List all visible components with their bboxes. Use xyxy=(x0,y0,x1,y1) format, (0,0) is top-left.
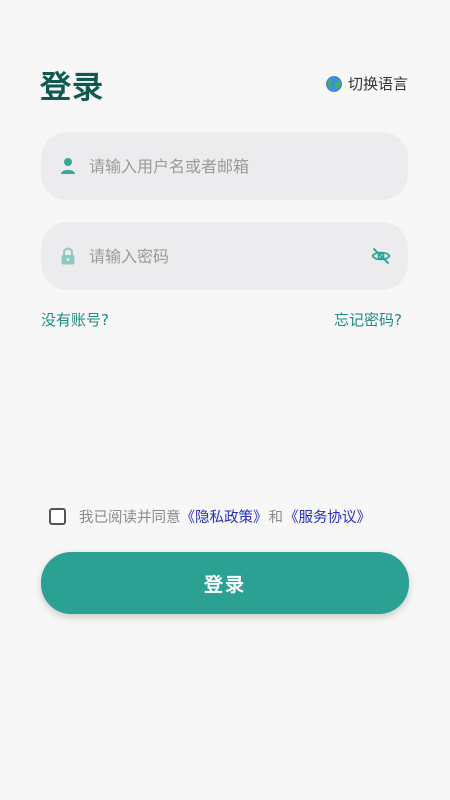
eye-off-icon[interactable] xyxy=(370,245,392,267)
agreement-prefix: 我已阅读并同意 xyxy=(79,510,181,526)
agreement-checkbox[interactable] xyxy=(49,508,66,525)
no-account-link[interactable]: 没有账号? xyxy=(41,309,109,330)
password-field xyxy=(41,222,408,290)
language-switch-label: 切换语言 xyxy=(347,75,408,93)
login-button[interactable]: 登录 xyxy=(41,552,409,614)
privacy-policy-link[interactable]: 《隐私政策》 xyxy=(181,506,268,527)
page-title: 登录 xyxy=(40,70,104,106)
lock-icon xyxy=(58,246,78,266)
service-agreement-link[interactable]: 《服务协议》 xyxy=(284,506,371,527)
user-icon xyxy=(58,156,78,176)
agreement-and-text: 和 xyxy=(268,510,284,526)
password-input[interactable] xyxy=(89,222,360,290)
forgot-password-link[interactable]: 忘记密码? xyxy=(334,309,402,330)
globe-icon xyxy=(325,75,343,93)
language-switch-button[interactable]: 切换语言 xyxy=(325,73,408,94)
agreement-row: 我已阅读并同意 《隐私政策》 和 《服务协议》 xyxy=(49,506,371,527)
username-input[interactable] xyxy=(89,132,360,200)
username-field xyxy=(41,132,408,200)
